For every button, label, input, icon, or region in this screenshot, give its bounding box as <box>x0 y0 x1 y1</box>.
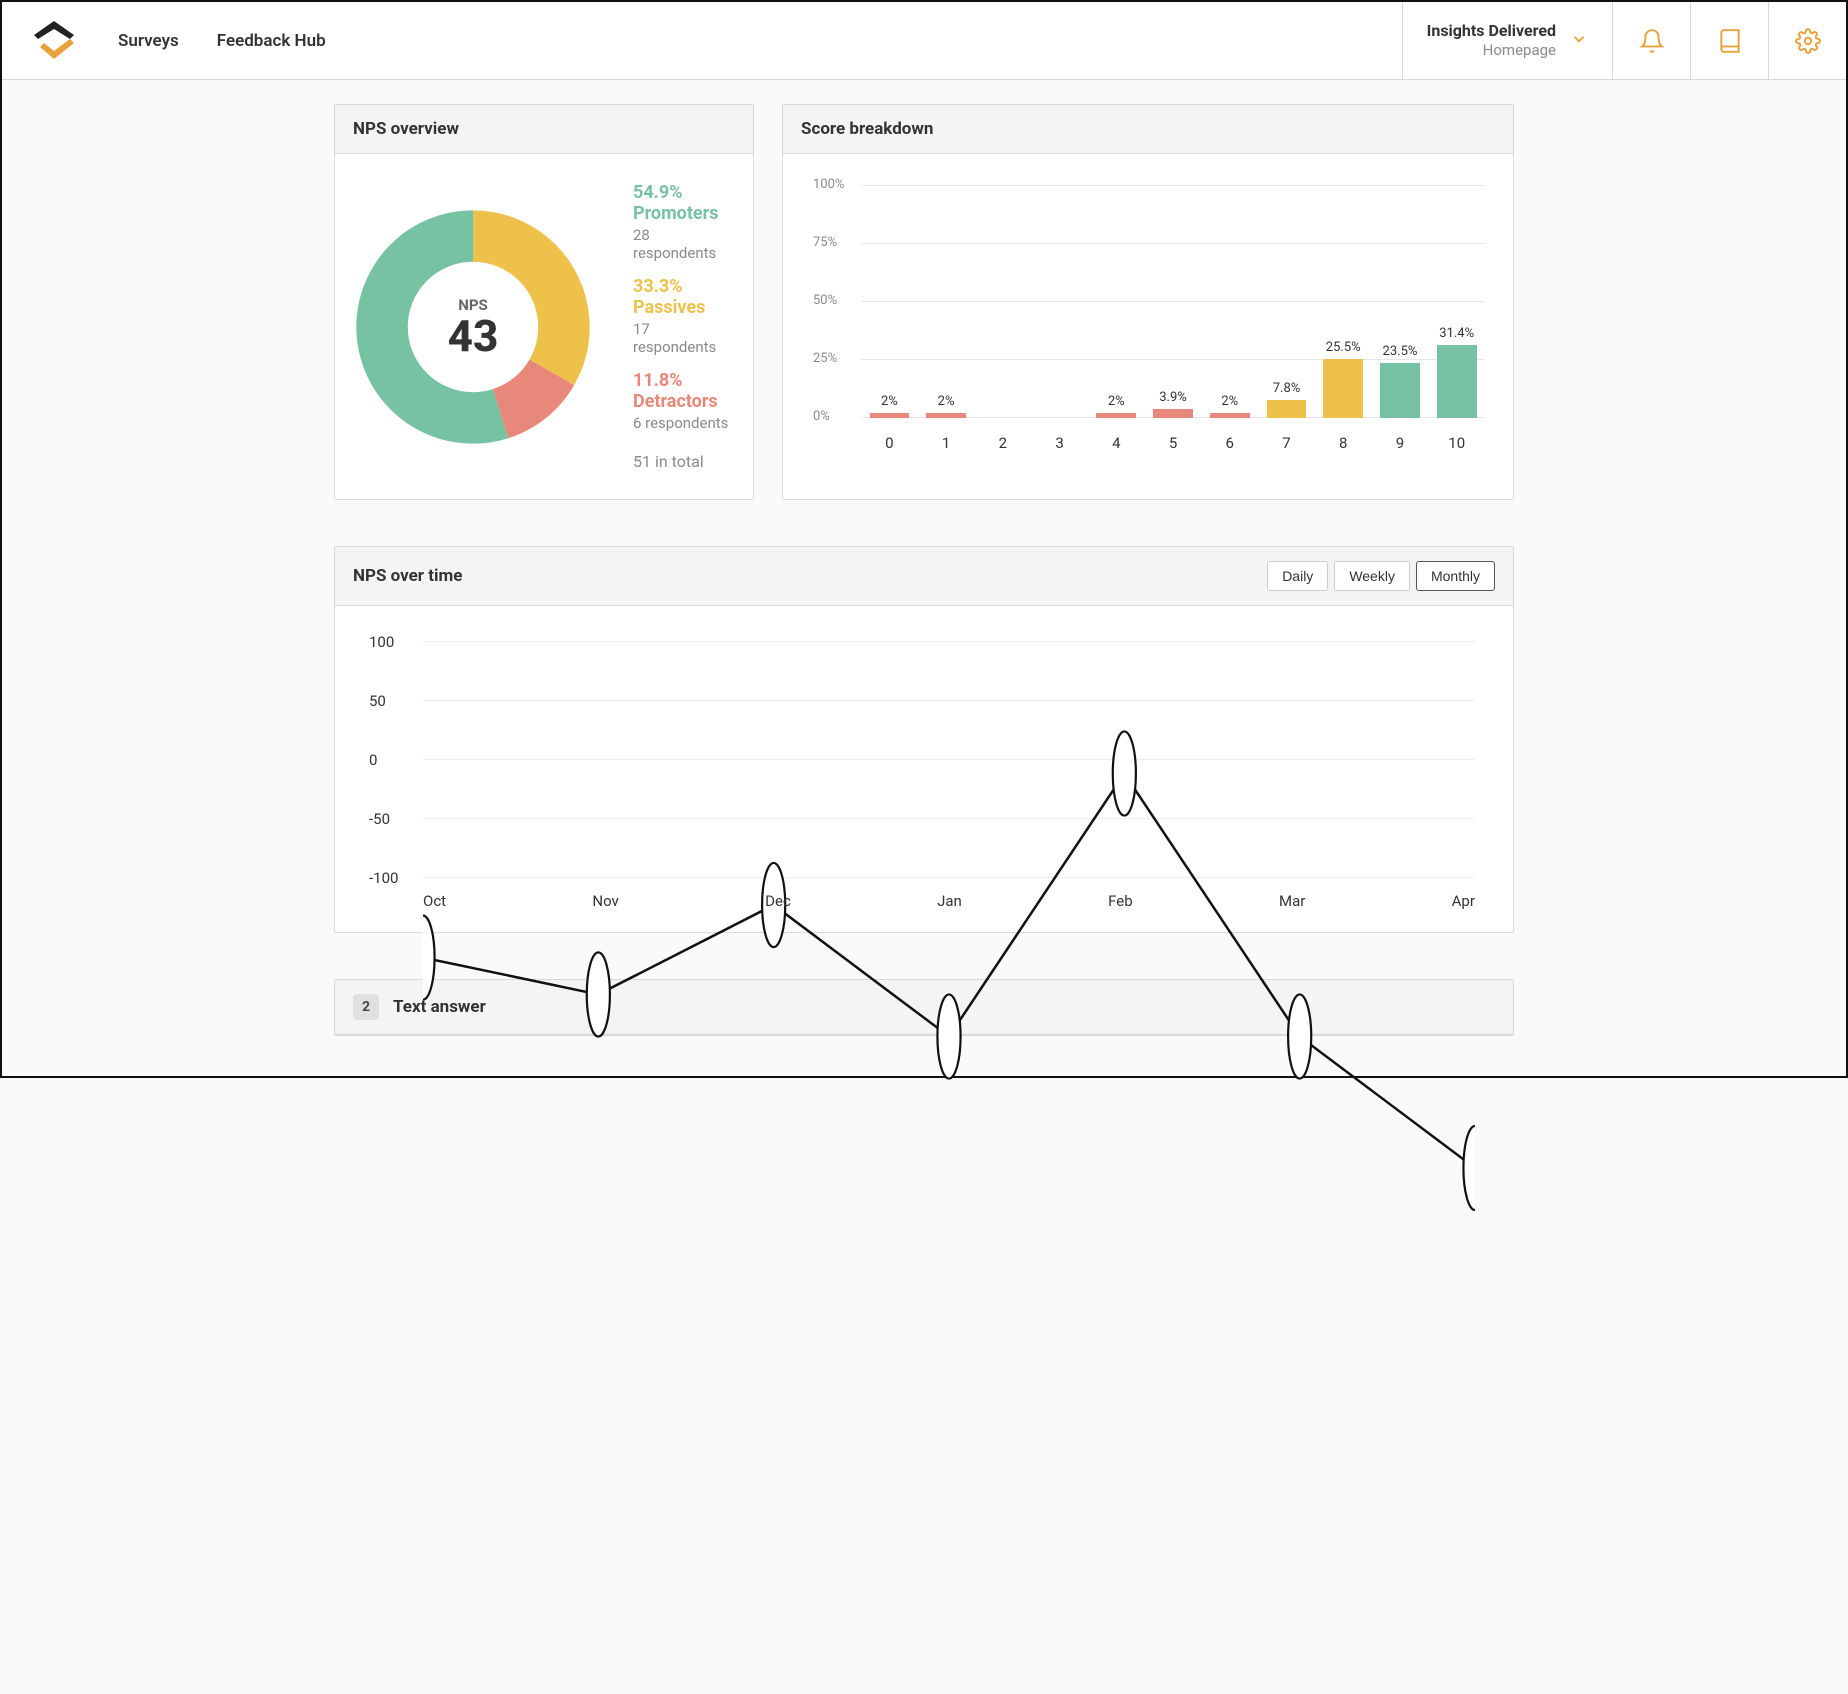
seg-monthly[interactable]: Monthly <box>1416 561 1495 591</box>
granularity-segmented: Daily Weekly Monthly <box>1267 561 1495 591</box>
guide-button[interactable] <box>1690 2 1768 79</box>
account-sub: Homepage <box>1427 41 1556 60</box>
account-switcher[interactable]: Insights Delivered Homepage <box>1402 2 1612 79</box>
legend-detractors-title: 11.8% Detractors <box>633 370 735 412</box>
nps-legend: 54.9% Promoters 28 respondents 33.3% Pas… <box>633 182 735 471</box>
legend-passives-sub: 17 respondents <box>633 320 735 356</box>
chevron-down-icon <box>1570 30 1588 52</box>
legend-total: 51 in total <box>633 452 735 471</box>
logo-icon <box>30 17 78 65</box>
account-name: Insights Delivered <box>1427 21 1556 41</box>
panel-title: Score breakdown <box>783 105 1513 154</box>
nav-surveys[interactable]: Surveys <box>118 31 179 51</box>
panel-nps-over-time: NPS over time Daily Weekly Monthly -100-… <box>334 546 1514 933</box>
book-icon <box>1717 28 1743 54</box>
legend-detractors-sub: 6 respondents <box>633 414 735 432</box>
legend-passives-title: 33.3% Passives <box>633 276 735 318</box>
legend-promoters-title: 54.9% Promoters <box>633 182 735 224</box>
nps-donut-chart: NPS 43 <box>353 207 593 447</box>
bell-icon <box>1639 28 1665 54</box>
nps-line-chart: -100-50050100 OctNovDecJanFebMarApr <box>353 624 1495 914</box>
text-answer-count: 2 <box>353 994 379 1020</box>
legend-promoters-sub: 28 respondents <box>633 226 735 262</box>
seg-daily[interactable]: Daily <box>1267 561 1328 591</box>
page-content: NPS overview NPS 43 54.9% Promoters 28 r… <box>334 80 1514 1076</box>
notifications-button[interactable] <box>1612 2 1690 79</box>
topbar: Surveys Feedback Hub Insights Delivered … <box>2 2 1846 80</box>
score-breakdown-chart: 0%25%50%75%100% 2%2%2%3.9%2%7.8%25.5%23.… <box>801 172 1495 452</box>
panel-score-breakdown: Score breakdown 0%25%50%75%100% 2%2%2%3.… <box>782 104 1514 500</box>
gear-icon <box>1795 28 1821 54</box>
panel-title: NPS overview <box>335 105 753 154</box>
panel-nps-overview: NPS overview NPS 43 54.9% Promoters 28 r… <box>334 104 754 500</box>
brand-logo <box>2 2 106 79</box>
panel-title: NPS over time <box>353 566 462 586</box>
main-nav: Surveys Feedback Hub <box>106 2 326 79</box>
settings-button[interactable] <box>1768 2 1846 79</box>
nav-feedback-hub[interactable]: Feedback Hub <box>217 31 326 51</box>
seg-weekly[interactable]: Weekly <box>1334 561 1410 591</box>
nps-value: 43 <box>448 314 499 358</box>
